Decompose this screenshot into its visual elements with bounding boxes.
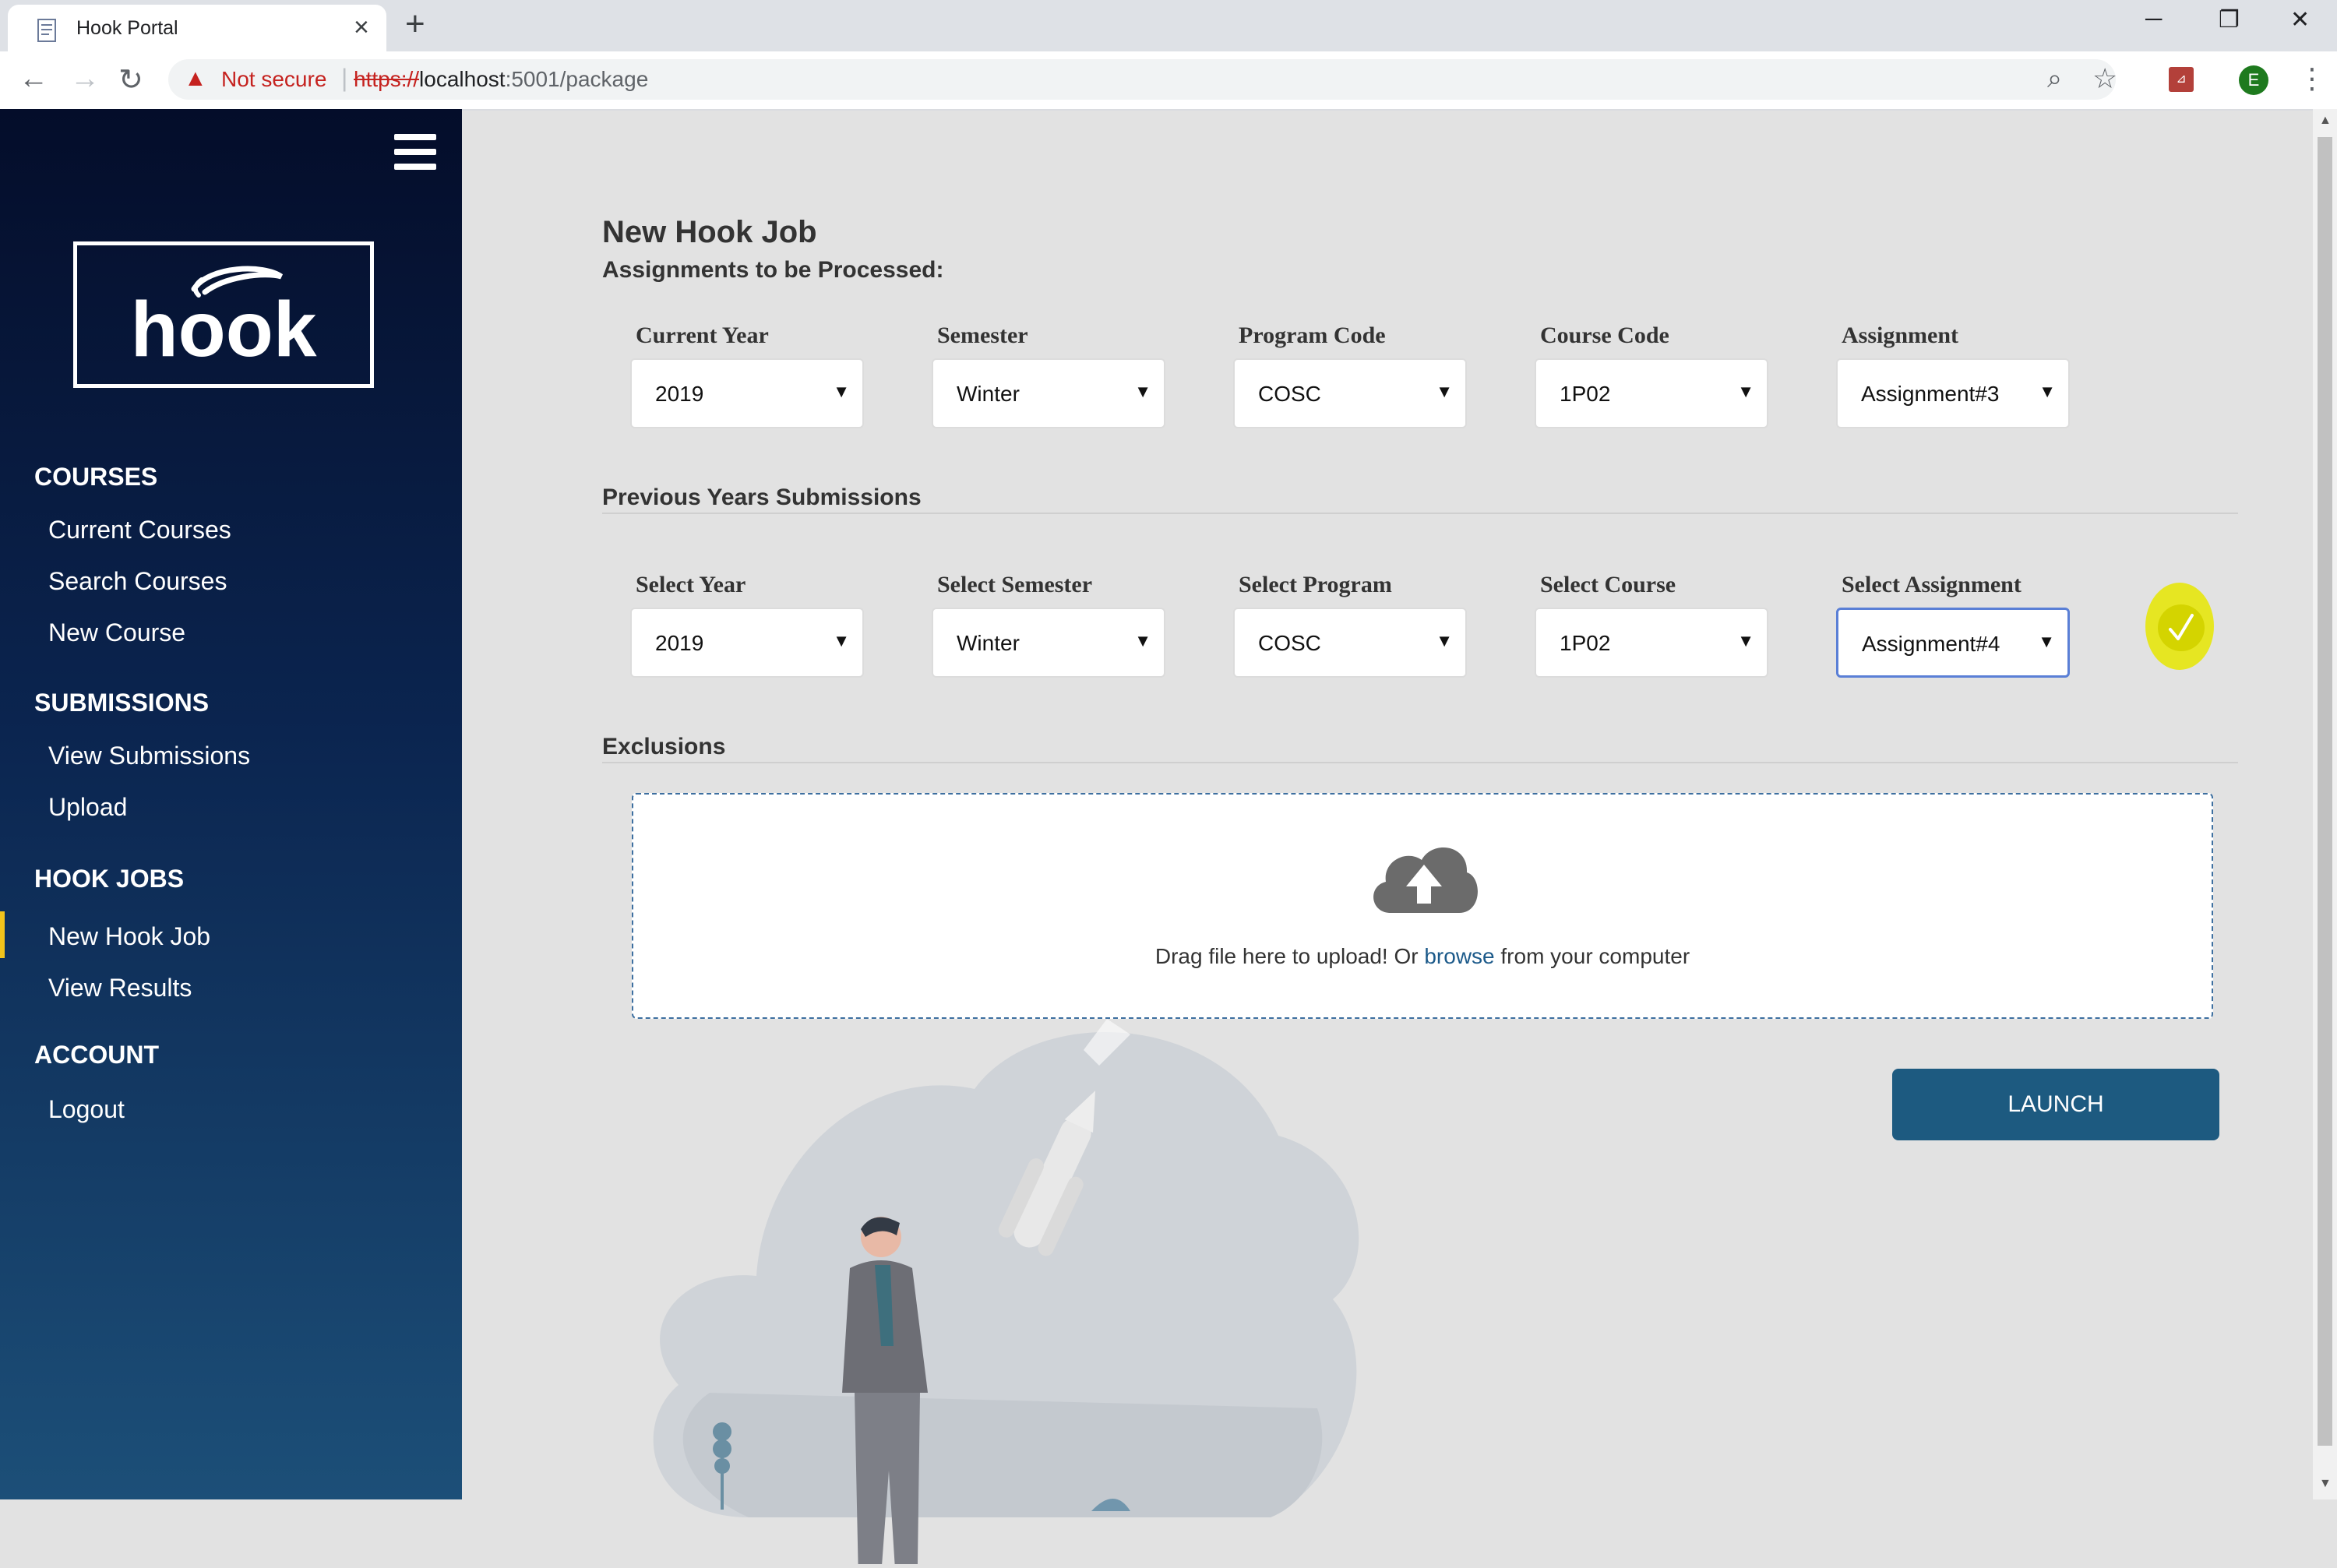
semester-select[interactable]: Winter ▼ bbox=[932, 358, 1165, 428]
rocket-illustration bbox=[632, 1019, 1411, 1568]
label-current-year: Current Year bbox=[636, 322, 769, 348]
window-close-icon[interactable]: ✕ bbox=[2290, 6, 2310, 33]
forward-icon[interactable]: → bbox=[70, 62, 100, 96]
label-select-year: Select Year bbox=[636, 572, 746, 597]
dropdown-arrow-icon: ▼ bbox=[833, 631, 850, 650]
page-subtitle: Assignments to be Processed: bbox=[602, 257, 944, 283]
svg-text:hook: hook bbox=[131, 286, 317, 373]
dropdown-arrow-icon: ▼ bbox=[2039, 382, 2056, 401]
browse-link[interactable]: browse bbox=[1424, 944, 1494, 968]
launch-button[interactable]: LAUNCH bbox=[1892, 1069, 2219, 1140]
exclusions-heading: Exclusions bbox=[602, 734, 726, 759]
page-title: New Hook Job bbox=[602, 215, 817, 249]
scroll-down-arrow-icon[interactable]: ▼ bbox=[2319, 1477, 2332, 1491]
nav-item-upload[interactable]: Upload bbox=[48, 793, 127, 822]
current-year-select[interactable]: 2019 ▼ bbox=[630, 358, 864, 428]
assignment-select[interactable]: Assignment#3 ▼ bbox=[1836, 358, 2070, 428]
zoom-icon[interactable]: ⌕ bbox=[2047, 64, 2062, 94]
nav-heading-hook-jobs: HOOK JOBS bbox=[34, 865, 185, 893]
main-content: New Hook Job Assignments to be Processed… bbox=[462, 109, 2313, 1568]
nav-item-new-course[interactable]: New Course bbox=[48, 618, 185, 647]
browser-tab[interactable]: Hook Portal × bbox=[8, 5, 386, 53]
select-year-select[interactable]: 2019 ▼ bbox=[630, 608, 864, 678]
dropdown-arrow-icon: ▼ bbox=[1436, 382, 1453, 401]
select-semester-select[interactable]: Winter ▼ bbox=[932, 608, 1165, 678]
dropdown-arrow-icon: ▼ bbox=[833, 382, 850, 401]
dropdown-arrow-icon: ▼ bbox=[1134, 631, 1151, 650]
address-bar[interactable]: ▲ Not secure | https://localhost:5001/pa… bbox=[168, 59, 2117, 100]
nav-heading-submissions: SUBMISSIONS bbox=[34, 689, 210, 717]
page-icon bbox=[34, 17, 61, 48]
dropdown-arrow-icon: ▼ bbox=[1134, 382, 1151, 401]
active-item-marker bbox=[0, 911, 5, 958]
file-dropzone[interactable]: Drag file here to upload! Or browse from… bbox=[632, 793, 2213, 1019]
sidebar: hook COURSES Current Courses Search Cour… bbox=[0, 109, 462, 1499]
browser-toolbar: ← → ↻ ▲ Not secure | https://localhost:5… bbox=[0, 51, 2337, 111]
warning-icon: ▲ bbox=[184, 65, 207, 91]
course-code-select[interactable]: 1P02 ▼ bbox=[1535, 358, 1768, 428]
label-select-program: Select Program bbox=[1239, 572, 1392, 597]
label-course-code: Course Code bbox=[1540, 322, 1669, 348]
select-program-select[interactable]: COSC ▼ bbox=[1233, 608, 1467, 678]
program-code-select[interactable]: COSC ▼ bbox=[1233, 358, 1467, 428]
reload-icon[interactable]: ↻ bbox=[118, 62, 143, 97]
label-select-assignment: Select Assignment bbox=[1842, 572, 2022, 597]
nav-heading-courses: COURSES bbox=[34, 463, 158, 491]
tab-title: Hook Portal bbox=[76, 17, 178, 39]
label-select-course: Select Course bbox=[1540, 572, 1676, 597]
nav-item-search-courses[interactable]: Search Courses bbox=[48, 567, 227, 596]
nav-heading-account: ACCOUNT bbox=[34, 1041, 159, 1069]
close-tab-icon[interactable]: × bbox=[354, 12, 369, 43]
divider: | bbox=[341, 64, 348, 92]
dropdown-arrow-icon: ▼ bbox=[1436, 631, 1453, 650]
pdf-extension-icon[interactable]: ⊿ bbox=[2169, 67, 2194, 92]
label-program-code: Program Code bbox=[1239, 322, 1386, 348]
select-assignment-select[interactable]: Assignment#4 ▼ bbox=[1836, 608, 2070, 678]
cloud-upload-icon bbox=[1367, 838, 1481, 920]
label-semester: Semester bbox=[937, 322, 1028, 348]
url-text: https://localhost:5001/package bbox=[354, 67, 649, 91]
minimize-icon[interactable]: ─ bbox=[2145, 6, 2162, 33]
nav-item-view-submissions[interactable]: View Submissions bbox=[48, 742, 250, 770]
scrollbar-thumb[interactable] bbox=[2318, 137, 2332, 1446]
nav-item-current-courses[interactable]: Current Courses bbox=[48, 516, 231, 544]
new-tab-button[interactable]: + bbox=[405, 5, 425, 44]
restore-icon[interactable]: ❐ bbox=[2219, 6, 2240, 33]
label-select-semester: Select Semester bbox=[937, 572, 1093, 597]
browser-menu-icon[interactable]: ⋮ bbox=[2298, 62, 2326, 95]
divider bbox=[602, 762, 2238, 763]
scroll-up-arrow-icon[interactable]: ▲ bbox=[2319, 114, 2332, 128]
security-status: Not secure bbox=[221, 67, 327, 91]
dropdown-arrow-icon: ▼ bbox=[1737, 631, 1754, 650]
hook-logo: hook bbox=[73, 241, 374, 388]
previous-years-heading: Previous Years Submissions bbox=[602, 484, 922, 510]
select-course-select[interactable]: 1P02 ▼ bbox=[1535, 608, 1768, 678]
browser-tab-bar: Hook Portal × + ─ ❐ ✕ bbox=[0, 0, 2337, 53]
nav-item-view-results[interactable]: View Results bbox=[48, 974, 192, 1002]
hamburger-menu-icon[interactable] bbox=[394, 134, 436, 178]
dropdown-arrow-icon: ▼ bbox=[2038, 632, 2055, 651]
nav-item-logout[interactable]: Logout bbox=[48, 1095, 125, 1124]
page-scrollbar[interactable]: ▲ ▼ bbox=[2313, 109, 2337, 1499]
dropdown-arrow-icon: ▼ bbox=[1737, 382, 1754, 401]
divider bbox=[602, 513, 2238, 514]
label-assignment: Assignment bbox=[1842, 322, 1959, 348]
profile-avatar[interactable]: E bbox=[2239, 65, 2268, 95]
add-check-button[interactable] bbox=[2144, 581, 2215, 671]
dropzone-text: Drag file here to upload! Or browse from… bbox=[1154, 944, 1690, 968]
nav-item-new-hook-job[interactable]: New Hook Job bbox=[48, 922, 210, 951]
bookmark-star-icon[interactable]: ☆ bbox=[2092, 62, 2117, 95]
back-icon[interactable]: ← bbox=[19, 62, 48, 96]
